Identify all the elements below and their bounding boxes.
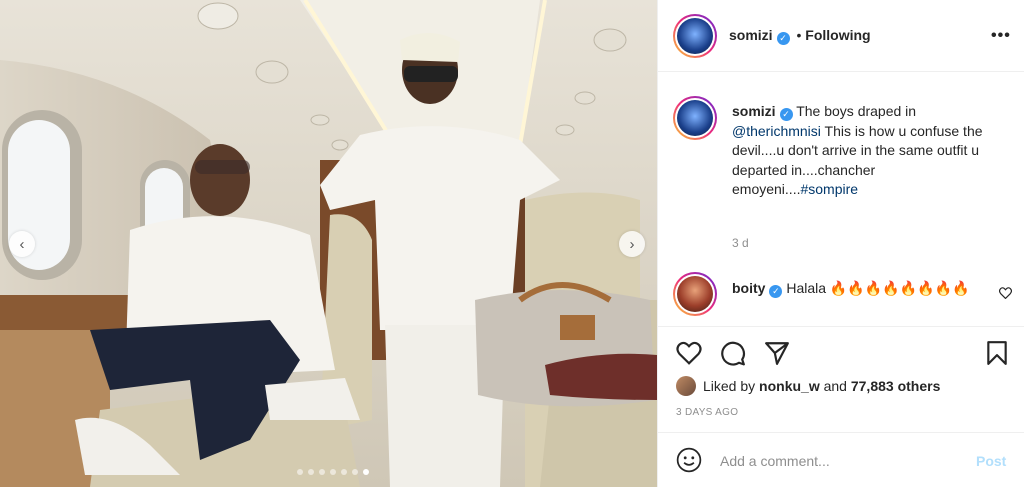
comment-item: boity ✓ Halala 🔥🔥🔥🔥🔥🔥🔥🔥: [732, 278, 994, 299]
carousel-dot: [297, 469, 303, 475]
post-header: somizi ✓ • Following •••: [658, 0, 1024, 72]
likes-prefix: Liked by: [703, 378, 756, 394]
commenter-avatar[interactable]: [673, 272, 717, 316]
comment-username[interactable]: boity: [732, 280, 765, 296]
header-separator: •: [796, 27, 802, 43]
carousel-prev-button[interactable]: ‹: [9, 231, 35, 257]
liker-avatar[interactable]: [676, 376, 696, 396]
likes-and: and: [823, 378, 847, 394]
smiley-icon: [676, 447, 702, 473]
caption-intro: The boys draped in: [796, 103, 917, 119]
heart-outline-icon: [676, 341, 702, 365]
carousel-next-button[interactable]: ›: [619, 231, 645, 257]
following-button[interactable]: Following: [805, 27, 870, 43]
carousel-dot: [330, 469, 336, 475]
carousel-dot: [319, 469, 325, 475]
save-button[interactable]: [986, 340, 1008, 371]
caption-mention-link[interactable]: @therichmnisi: [732, 123, 821, 139]
author-avatar[interactable]: [673, 14, 717, 58]
carousel-dot: [308, 469, 314, 475]
emoji-button[interactable]: [676, 447, 702, 478]
chevron-left-icon: ‹: [19, 235, 25, 253]
likes-summary: Liked by nonku_w and 77,883 others: [676, 376, 940, 396]
post-caption: somizi ✓ The boys draped in @therichmnisi…: [732, 102, 1002, 200]
carousel-indicator: [297, 469, 369, 475]
like-comment-button[interactable]: [998, 286, 1013, 304]
post-comment-button[interactable]: Post: [976, 453, 1006, 469]
add-comment-input[interactable]: [718, 449, 962, 473]
caption-username[interactable]: somizi: [732, 103, 776, 119]
verified-badge-icon: ✓: [776, 32, 790, 45]
paper-plane-icon: [765, 342, 789, 365]
liker-username[interactable]: nonku_w: [759, 378, 820, 394]
carousel-dot: [341, 469, 347, 475]
verified-badge-icon: ✓: [779, 108, 793, 121]
comment-bubble-icon: [721, 341, 745, 366]
carousel-dot: [352, 469, 358, 475]
share-button[interactable]: [764, 341, 790, 370]
comment-text: Halala 🔥🔥🔥🔥🔥🔥🔥🔥: [786, 280, 970, 296]
post-timestamp[interactable]: 3 DAYS AGO: [676, 407, 738, 418]
post-side-panel: somizi ✓ • Following ••• somizi ✓ The boys…: [657, 0, 1024, 487]
jet-cabin-photo: [0, 0, 657, 487]
heart-outline-icon: [998, 287, 1013, 300]
author-username[interactable]: somizi: [729, 27, 773, 43]
caption-time[interactable]: 3 d: [732, 236, 749, 250]
like-button[interactable]: [676, 341, 702, 370]
comment-button[interactable]: [720, 340, 746, 371]
carousel-dot-active: [363, 469, 369, 475]
caption-avatar[interactable]: [673, 96, 717, 140]
bookmark-outline-icon: [987, 341, 1007, 365]
more-horizontal-icon: •••: [991, 27, 1011, 44]
add-comment-bar: Post: [658, 432, 1024, 488]
post-image[interactable]: ‹ ›: [0, 0, 657, 487]
chevron-right-icon: ›: [629, 235, 635, 253]
verified-badge-icon: ✓: [769, 285, 783, 298]
caption-hashtag-link[interactable]: #sompire: [800, 181, 858, 197]
post-actions: Liked by nonku_w and 77,883 others 3 DAY…: [658, 326, 1024, 487]
more-options-button[interactable]: •••: [991, 27, 1011, 45]
likes-count[interactable]: 77,883 others: [851, 378, 941, 394]
